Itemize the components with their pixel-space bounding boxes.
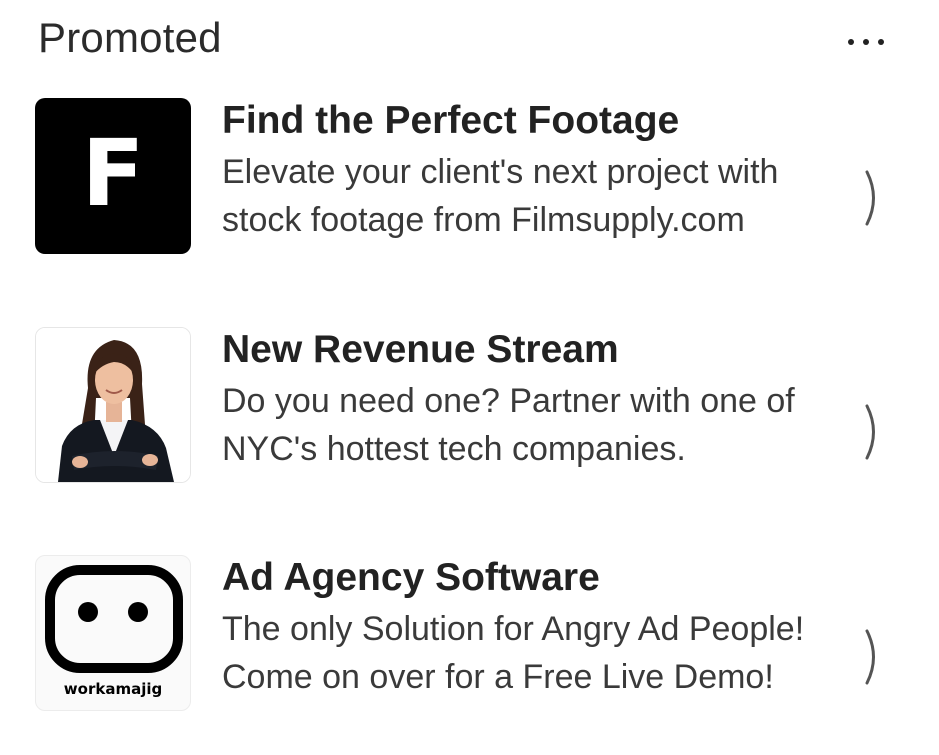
- ad-description: Elevate your client's next project with …: [222, 153, 779, 239]
- ad-title: Ad Agency Software: [222, 556, 600, 599]
- logo-letter: F: [81, 120, 145, 227]
- promoted-ad[interactable]: F Find the Perfect Footage Elevate your …: [0, 96, 939, 256]
- ad-description: The only Solution for Angry Ad People! C…: [222, 610, 805, 696]
- more-horizontal-icon: [878, 39, 884, 45]
- ad-title: New Revenue Stream: [222, 328, 619, 371]
- panel-title: Promoted: [38, 14, 222, 61]
- more-horizontal-icon: [863, 39, 869, 45]
- businesswoman-photo: [35, 327, 191, 483]
- promoted-ad[interactable]: New Revenue Stream Do you need one? Part…: [0, 325, 939, 485]
- chevron-right-icon[interactable]: [858, 166, 892, 230]
- promoted-panel: Promoted F Find the Perfect Footage Elev…: [0, 0, 939, 755]
- logo-wordmark: workamajig: [64, 680, 162, 698]
- chevron-right-icon[interactable]: [858, 625, 892, 689]
- robot-face-icon: workamajig: [45, 565, 183, 698]
- more-options-button[interactable]: [840, 30, 892, 54]
- promoted-ad[interactable]: workamajig Ad Agency Software The only S…: [0, 553, 939, 753]
- more-horizontal-icon: [848, 39, 854, 45]
- workamajig-logo: workamajig: [35, 555, 191, 711]
- ad-text: New Revenue Stream Do you need one? Part…: [222, 325, 862, 473]
- portrait-image: [36, 328, 190, 482]
- ad-text: Ad Agency Software The only Solution for…: [222, 553, 862, 701]
- filmsupply-logo: F: [35, 98, 191, 254]
- ad-description: Do you need one? Partner with one of NYC…: [222, 382, 795, 468]
- chevron-right-icon[interactable]: [858, 400, 892, 464]
- ad-text: Find the Perfect Footage Elevate your cl…: [222, 96, 862, 244]
- ad-title: Find the Perfect Footage: [222, 99, 680, 142]
